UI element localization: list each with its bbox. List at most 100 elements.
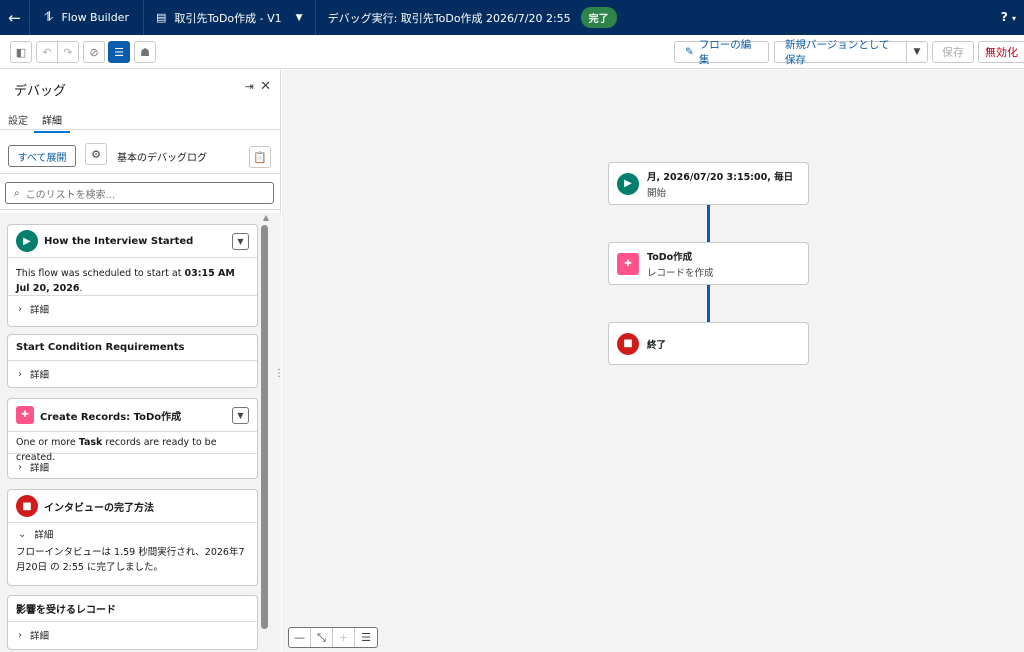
- toggle-panel-button[interactable]: ◧: [10, 41, 32, 63]
- undo-icon: ↶: [42, 45, 52, 59]
- scrollbar-thumb[interactable]: [261, 225, 268, 629]
- details-toggle[interactable]: › 詳細: [8, 296, 257, 322]
- object-name: Task: [78, 437, 103, 448]
- chevron-down-icon: ▾: [1011, 14, 1016, 23]
- start-node[interactable]: ▶ 月, 2026/07/20 3:15:00, 毎日 開始: [608, 162, 809, 205]
- card-header: Start Condition Requirements: [8, 335, 257, 361]
- stop-icon: ■: [16, 495, 38, 517]
- divider: [0, 209, 281, 210]
- save-new-version-label: 新規バージョンとして保存: [785, 39, 890, 66]
- scroll-up-icon[interactable]: ▲: [263, 213, 269, 222]
- details-toggle[interactable]: ⌄ 詳細: [8, 523, 257, 545]
- toolbar: ◧ ↶ ↷ ⊘ ☰ ☗ ✎ フローの編集 新規バージョンとして保存 ▼ 保存 無効…: [0, 35, 1024, 69]
- redo-button[interactable]: ↷: [57, 41, 79, 63]
- edit-flow-button[interactable]: ✎ フローの編集: [674, 39, 769, 66]
- card-menu-button[interactable]: ▼: [232, 407, 249, 424]
- create-records-icon: ✚: [16, 406, 34, 424]
- errors-button[interactable]: ⊘: [83, 41, 105, 63]
- details-label: 詳細: [30, 370, 50, 381]
- log-level-label: 基本のデバッグログ: [117, 153, 207, 164]
- tab-details[interactable]: 詳細: [34, 112, 70, 133]
- card-title: Start Condition Requirements: [16, 342, 185, 353]
- zoom-in-button[interactable]: +: [333, 628, 355, 647]
- create-records-node[interactable]: ✚ ToDo作成 レコードを作成: [608, 242, 809, 285]
- save-new-version-button[interactable]: 新規バージョンとして保存: [774, 39, 907, 66]
- details-label: 詳細: [30, 305, 50, 316]
- app-name: Flow Builder: [61, 11, 129, 24]
- debug-run-title: デバッグ実行: 取引先ToDo作成 2026/7/20 2:55: [327, 11, 571, 25]
- details-label: 詳細: [30, 463, 50, 474]
- flow-version-selector[interactable]: ▤ 取引先ToDo作成 - V1 ▼: [144, 0, 316, 35]
- chevron-right-icon: ›: [18, 368, 22, 380]
- zoom-controls: — ⤡ + ☰: [288, 627, 378, 648]
- chevron-right-icon: ›: [18, 303, 22, 315]
- auto-layout-button[interactable]: ☰: [355, 628, 377, 647]
- flow-type-icon: ▤: [155, 11, 167, 24]
- card-title: How the Interview Started: [44, 235, 194, 247]
- debug-run-info: デバッグ実行: 取引先ToDo作成 2026/7/20 2:55 完了: [316, 7, 629, 28]
- details-toggle[interactable]: › 詳細: [8, 361, 257, 387]
- card-title: インタビューの完了方法: [44, 502, 154, 514]
- log-settings-button[interactable]: ⚙: [85, 143, 107, 165]
- card-header: ✚ Create Records: ToDo作成 ▼: [8, 399, 257, 432]
- help-icon: ?: [1000, 10, 1008, 24]
- bug-icon: ☗: [140, 45, 150, 59]
- debug-button[interactable]: ☗: [134, 41, 156, 63]
- dock-panel-button[interactable]: ⇥: [245, 80, 254, 93]
- debug-panel: デバッグ ⇥ ✕ 設定 詳細 すべて展開 ⚙ 基本のデバッグログ 📋 ⌕ このリ…: [0, 70, 281, 652]
- stop-icon: ■: [617, 332, 639, 355]
- redo-icon: ↷: [63, 45, 73, 59]
- expand-all-button[interactable]: すべて展開: [8, 145, 76, 167]
- end-node[interactable]: ■ 終了: [608, 322, 809, 365]
- debug-list-icon: ☰: [114, 45, 124, 59]
- debug-card-start-conditions: Start Condition Requirements › 詳細: [7, 334, 258, 388]
- card-body-text: .: [79, 283, 83, 294]
- debug-card-interview-started: ▶ How the Interview Started ▼ This flow …: [7, 224, 258, 327]
- card-menu-button[interactable]: ▼: [232, 233, 249, 250]
- debug-log-list: ▲ ▶ How the Interview Started ▼ This flo…: [0, 213, 281, 652]
- deactivate-button[interactable]: 無効化: [978, 41, 1024, 63]
- copy-log-button[interactable]: 📋: [249, 146, 271, 168]
- chevron-down-icon: ▼: [237, 237, 244, 246]
- search-icon: ⌕: [14, 187, 20, 199]
- chevron-right-icon: ›: [18, 461, 22, 473]
- flow-canvas[interactable]: ▶ 月, 2026/07/20 3:15:00, 毎日 開始 ✚ ToDo作成 …: [282, 70, 1024, 652]
- node-title: 月, 2026/07/20 3:15:00, 毎日: [647, 171, 794, 183]
- details-toggle[interactable]: › 詳細: [8, 622, 257, 648]
- close-panel-button[interactable]: ✕: [260, 79, 271, 94]
- save-button[interactable]: 保存: [932, 41, 974, 63]
- app-title: ⥮ Flow Builder: [30, 0, 144, 35]
- card-body-text: One or more: [16, 437, 79, 448]
- close-icon: ✕: [260, 79, 271, 94]
- ban-icon: ⊘: [89, 45, 99, 59]
- flow-icon: ⥮: [44, 10, 54, 25]
- play-icon: ▶: [16, 230, 38, 252]
- zoom-out-button[interactable]: —: [289, 628, 311, 647]
- search-input[interactable]: ⌕ このリストを検索...: [5, 182, 274, 204]
- node-title: 終了: [647, 339, 667, 351]
- back-arrow-icon: ←: [8, 8, 21, 27]
- chevron-down-icon: ⌄: [18, 528, 27, 540]
- node-text: ToDo作成 レコードを作成: [647, 249, 714, 279]
- details-label: 詳細: [30, 631, 50, 642]
- debug-panel-button[interactable]: ☰: [108, 41, 130, 63]
- card-header: 影響を受けるレコード: [8, 596, 257, 622]
- back-button[interactable]: ←: [0, 0, 30, 35]
- plus-icon: +: [338, 631, 349, 644]
- shrink-icon: ⤡: [317, 630, 326, 644]
- save-options-button[interactable]: ▼: [906, 41, 928, 63]
- fit-view-button[interactable]: ⤡: [311, 628, 333, 647]
- card-body: One or more Task records are ready to be…: [8, 432, 257, 463]
- undo-button[interactable]: ↶: [36, 41, 58, 63]
- card-title: 影響を受けるレコード: [16, 605, 116, 616]
- help-button[interactable]: ? ▾: [1001, 10, 1016, 24]
- chevron-down-icon: ▼: [913, 47, 921, 57]
- align-center-icon: ☰: [361, 631, 371, 644]
- panel-tabs: 設定 詳細: [0, 108, 281, 133]
- gear-icon: ⚙: [91, 147, 101, 161]
- flow-name: 取引先ToDo作成 - V1: [174, 11, 282, 25]
- debug-card-create-records: ✚ Create Records: ToDo作成 ▼ One or more T…: [7, 398, 258, 479]
- panel-title: デバッグ: [14, 84, 67, 99]
- tab-settings[interactable]: 設定: [8, 112, 28, 127]
- pin-right-icon: ⇥: [244, 80, 254, 93]
